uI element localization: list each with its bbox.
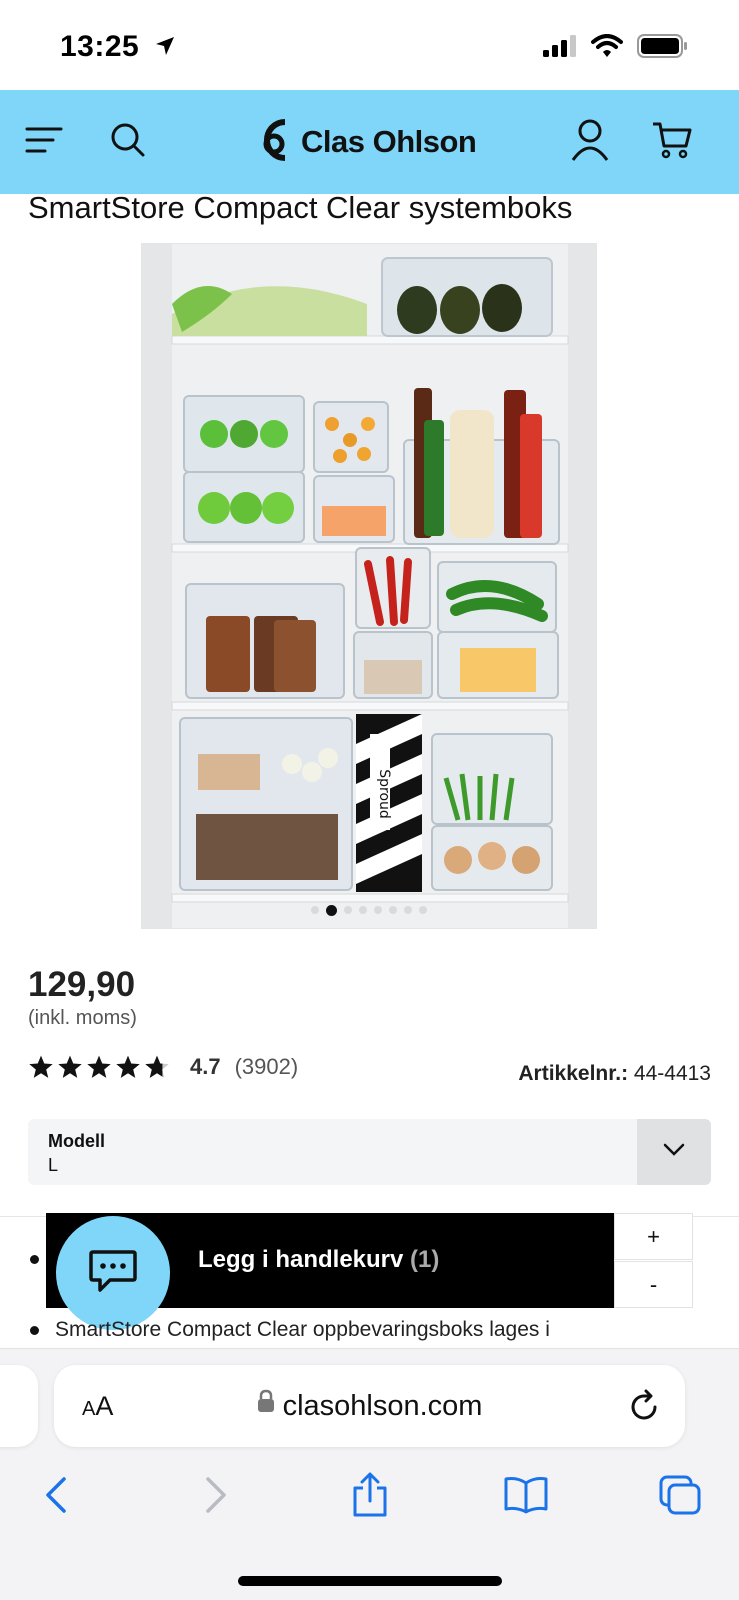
model-value: L: [48, 1155, 59, 1175]
account-button[interactable]: [566, 118, 614, 166]
share-icon: [350, 1472, 390, 1523]
quantity-decrease-button[interactable]: -: [614, 1261, 693, 1308]
chevron-down-icon: [663, 1143, 685, 1162]
tabs-button[interactable]: [652, 1469, 708, 1525]
status-time: 13:25: [60, 30, 176, 65]
carousel-dot[interactable]: [374, 906, 382, 914]
carousel-dot[interactable]: [419, 906, 427, 914]
carousel-dot[interactable]: [311, 906, 319, 914]
description-list-item: SmartStore Compact Clear oppbevaringsbok…: [30, 1318, 550, 1342]
chat-button[interactable]: [56, 1216, 170, 1330]
star-rating: [28, 1054, 170, 1080]
carousel-dot[interactable]: [359, 906, 367, 914]
menu-icon: [25, 125, 63, 160]
rating[interactable]: 4.7 (3902): [28, 1054, 298, 1080]
price: 129,90: [28, 965, 136, 1004]
carton-text: Sproud: [376, 769, 392, 819]
chevron-left-icon: [44, 1476, 68, 1519]
lock-icon: [257, 1388, 275, 1421]
product-image[interactable]: Sproud: [141, 243, 597, 929]
url-display[interactable]: clasohlson.com: [54, 1388, 685, 1423]
tabs-icon: [658, 1474, 702, 1521]
star-partial-icon: [145, 1055, 169, 1078]
carousel-dot[interactable]: [344, 906, 352, 914]
cellular-signal-icon: [543, 35, 577, 62]
carousel-dot[interactable]: [404, 906, 412, 914]
quantity-increase-button[interactable]: +: [614, 1213, 693, 1260]
carousel-dot[interactable]: [389, 906, 397, 914]
fridge-illustration: Sproud: [142, 244, 596, 928]
star-icon: [29, 1055, 53, 1078]
address-bar[interactable]: AA clasohlson.com: [54, 1365, 685, 1447]
share-button[interactable]: [342, 1469, 398, 1525]
vat-note: (inkl. moms): [28, 1007, 137, 1029]
star-icon: [58, 1055, 82, 1078]
model-select[interactable]: Modell L: [28, 1119, 711, 1185]
add-to-cart-text: Legg i handlekurv: [198, 1246, 404, 1273]
status-bar: 13:25: [0, 0, 739, 92]
logo-text: Clas Ohlson: [301, 124, 477, 159]
clas-ohlson-logo[interactable]: Clas Ohlson: [255, 116, 477, 169]
carousel-dot-active[interactable]: [326, 905, 337, 916]
cart-icon: [651, 120, 693, 165]
forward-button[interactable]: [188, 1469, 244, 1525]
add-to-cart-label: Legg i handlekurv (1): [198, 1246, 439, 1274]
browser-bottom-bar: AA clasohlson.com: [0, 1348, 739, 1600]
search-icon: [110, 122, 146, 163]
previous-tab-preview[interactable]: [0, 1365, 38, 1447]
battery-icon: [637, 34, 689, 63]
description-text: SmartStore Compact Clear oppbevaringsbok…: [55, 1318, 550, 1341]
star-icon: [87, 1055, 111, 1078]
chat-icon: [88, 1248, 138, 1299]
article-number-value: 44-4413: [633, 1062, 711, 1085]
home-indicator[interactable]: [238, 1576, 502, 1586]
menu-button[interactable]: [20, 118, 68, 166]
site-header: Clas Ohlson: [0, 90, 739, 194]
browser-toolbar: [0, 1469, 739, 1529]
cart-button[interactable]: [648, 118, 696, 166]
list-bullet: [30, 1325, 39, 1335]
article-number-label: Artikkelnr.:: [518, 1062, 629, 1085]
search-button[interactable]: [104, 118, 152, 166]
product-title: SmartStore Compact Clear systemboks: [28, 190, 573, 225]
model-label: Modell: [48, 1131, 105, 1151]
user-icon: [570, 118, 610, 167]
back-button[interactable]: [28, 1469, 84, 1525]
rating-value: 4.7: [190, 1054, 221, 1079]
reload-icon[interactable]: [629, 1389, 661, 1428]
review-count[interactable]: (3902): [235, 1054, 299, 1080]
star-icon: [116, 1055, 140, 1078]
book-icon: [503, 1475, 549, 1520]
article-number: Artikkelnr.: 44-4413: [518, 1062, 711, 1086]
clas-ohlson-logo-icon: [255, 116, 293, 169]
model-dropdown-button[interactable]: [637, 1119, 711, 1185]
wifi-icon: [591, 34, 623, 63]
status-icons: [543, 34, 689, 63]
cart-quantity: (1): [410, 1246, 440, 1273]
url-text: clasohlson.com: [282, 1390, 483, 1422]
location-arrow-icon: [154, 31, 176, 65]
list-bullet: [30, 1255, 39, 1264]
bookmarks-button[interactable]: [498, 1469, 554, 1525]
chevron-right-icon: [204, 1476, 228, 1519]
clock-text: 13:25: [60, 30, 140, 63]
carousel-dots[interactable]: [142, 905, 596, 916]
